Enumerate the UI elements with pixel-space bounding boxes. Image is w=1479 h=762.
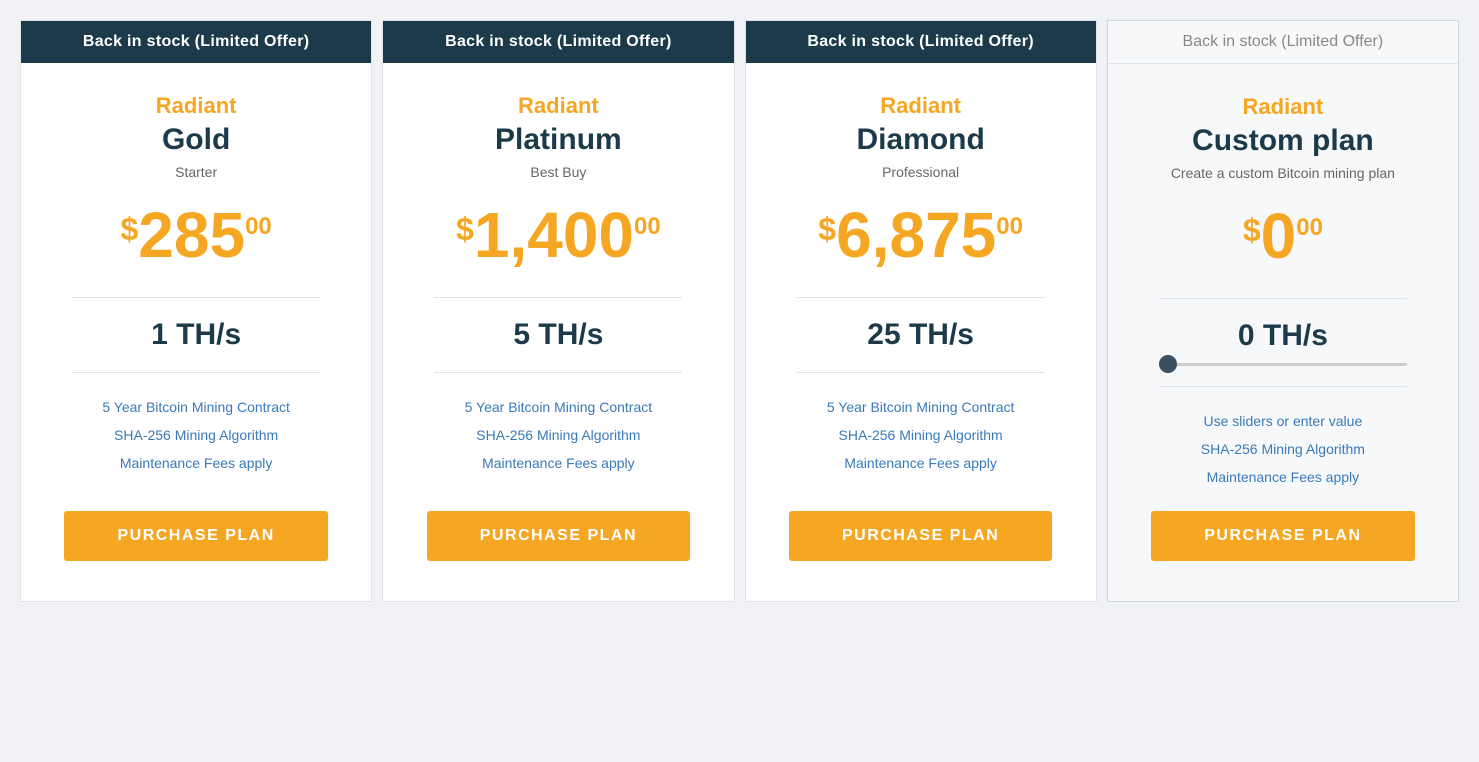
divider-top-custom — [1159, 298, 1407, 299]
hashrate-custom: 0 TH/s — [1238, 319, 1328, 353]
divider-top-diamond — [797, 297, 1045, 298]
pricing-card-platinum: Back in stock (Limited Offer) Radiant Plat… — [382, 20, 734, 602]
features-list-gold: 5 Year Bitcoin Mining ContractSHA-256 Mi… — [41, 393, 351, 477]
price-dollar-gold: $ — [120, 211, 138, 248]
feature-item-custom-2: Maintenance Fees apply — [1128, 463, 1438, 491]
stock-banner-platinum: Back in stock (Limited Offer) — [383, 21, 733, 63]
plan-subtitle-custom: Create a custom Bitcoin mining plan — [1171, 164, 1395, 184]
plan-subtitle-platinum: Best Buy — [530, 163, 586, 183]
purchase-button-gold[interactable]: PURCHASE PLAN — [64, 511, 328, 561]
price-dollar-platinum: $ — [456, 211, 474, 248]
price-dollar-diamond: $ — [818, 211, 836, 248]
feature-item-diamond-1: SHA-256 Mining Algorithm — [766, 421, 1076, 449]
feature-item-gold-1: SHA-256 Mining Algorithm — [41, 421, 351, 449]
stock-banner-custom: Back in stock (Limited Offer) — [1108, 21, 1458, 64]
pricing-card-gold: Back in stock (Limited Offer) Radiant Gold… — [20, 20, 372, 602]
feature-item-platinum-2: Maintenance Fees apply — [403, 449, 713, 477]
card-body-platinum: Radiant Platinum Best Buy $1,40000 5 TH/s 5 Y… — [383, 63, 733, 581]
features-list-custom: Use sliders or enter valueSHA-256 Mining… — [1128, 407, 1438, 491]
feature-item-gold-2: Maintenance Fees apply — [41, 449, 351, 477]
price-cents-platinum: 00 — [634, 213, 661, 241]
feature-item-diamond-2: Maintenance Fees apply — [766, 449, 1076, 477]
feature-item-custom-0: Use sliders or enter value — [1128, 407, 1438, 435]
purchase-button-platinum[interactable]: PURCHASE PLAN — [427, 511, 691, 561]
pricing-card-custom: Back in stock (Limited Offer) Radiant Cust… — [1107, 20, 1459, 602]
pricing-cards-container: Back in stock (Limited Offer) Radiant Gold… — [20, 20, 1459, 602]
plan-name-platinum: Platinum — [495, 123, 622, 157]
hashrate-gold: 1 TH/s — [151, 318, 241, 352]
divider-bottom-custom — [1159, 386, 1407, 387]
divider-top-platinum — [434, 297, 682, 298]
price-main-platinum: 1,400 — [474, 203, 634, 267]
divider-top-gold — [72, 297, 320, 298]
price-main-custom: 0 — [1261, 204, 1297, 268]
divider-bottom-diamond — [797, 372, 1045, 373]
price-main-gold: 285 — [138, 203, 245, 267]
price-cents-gold: 00 — [245, 213, 272, 241]
feature-item-diamond-0: 5 Year Bitcoin Mining Contract — [766, 393, 1076, 421]
card-body-diamond: Radiant Diamond Professional $6,87500 25 TH/… — [746, 63, 1096, 581]
price-main-diamond: 6,875 — [836, 203, 996, 267]
card-body-gold: Radiant Gold Starter $28500 1 TH/s 5 Year Bit… — [21, 63, 371, 581]
divider-bottom-gold — [72, 372, 320, 373]
features-list-diamond: 5 Year Bitcoin Mining ContractSHA-256 Mi… — [766, 393, 1076, 477]
brand-name-platinum: Radiant — [518, 93, 599, 119]
brand-name-gold: Radiant — [156, 93, 237, 119]
price-dollar-custom: $ — [1243, 212, 1261, 249]
plan-name-custom: Custom plan — [1192, 124, 1374, 158]
pricing-card-diamond: Back in stock (Limited Offer) Radiant Diam… — [745, 20, 1097, 602]
slider-line-custom — [1159, 363, 1407, 366]
stock-banner-diamond: Back in stock (Limited Offer) — [746, 21, 1096, 63]
price-wrapper-diamond: $6,87500 — [818, 203, 1023, 267]
plan-subtitle-gold: Starter — [175, 163, 217, 183]
feature-item-custom-1: SHA-256 Mining Algorithm — [1128, 435, 1438, 463]
feature-item-gold-0: 5 Year Bitcoin Mining Contract — [41, 393, 351, 421]
price-cents-diamond: 00 — [996, 213, 1023, 241]
hashrate-platinum: 5 TH/s — [513, 318, 603, 352]
brand-name-custom: Radiant — [1243, 94, 1324, 120]
features-list-platinum: 5 Year Bitcoin Mining ContractSHA-256 Mi… — [403, 393, 713, 477]
feature-item-platinum-0: 5 Year Bitcoin Mining Contract — [403, 393, 713, 421]
purchase-button-custom[interactable]: PURCHASE PLAN — [1151, 511, 1415, 561]
price-wrapper-custom: $000 — [1243, 204, 1323, 268]
price-wrapper-platinum: $1,40000 — [456, 203, 661, 267]
price-cents-custom: 00 — [1296, 214, 1323, 242]
purchase-button-diamond[interactable]: PURCHASE PLAN — [789, 511, 1053, 561]
feature-item-platinum-1: SHA-256 Mining Algorithm — [403, 421, 713, 449]
plan-subtitle-diamond: Professional — [882, 163, 959, 183]
card-body-custom: Radiant Custom plan Create a custom Bitcoi… — [1108, 64, 1458, 581]
plan-name-gold: Gold — [162, 123, 230, 157]
hashrate-diamond: 25 TH/s — [867, 318, 974, 352]
slider-container-custom[interactable] — [1159, 363, 1407, 366]
divider-bottom-platinum — [434, 372, 682, 373]
price-wrapper-gold: $28500 — [120, 203, 271, 267]
slider-dot-custom[interactable] — [1159, 355, 1177, 373]
brand-name-diamond: Radiant — [880, 93, 961, 119]
plan-name-diamond: Diamond — [856, 123, 984, 157]
stock-banner-gold: Back in stock (Limited Offer) — [21, 21, 371, 63]
